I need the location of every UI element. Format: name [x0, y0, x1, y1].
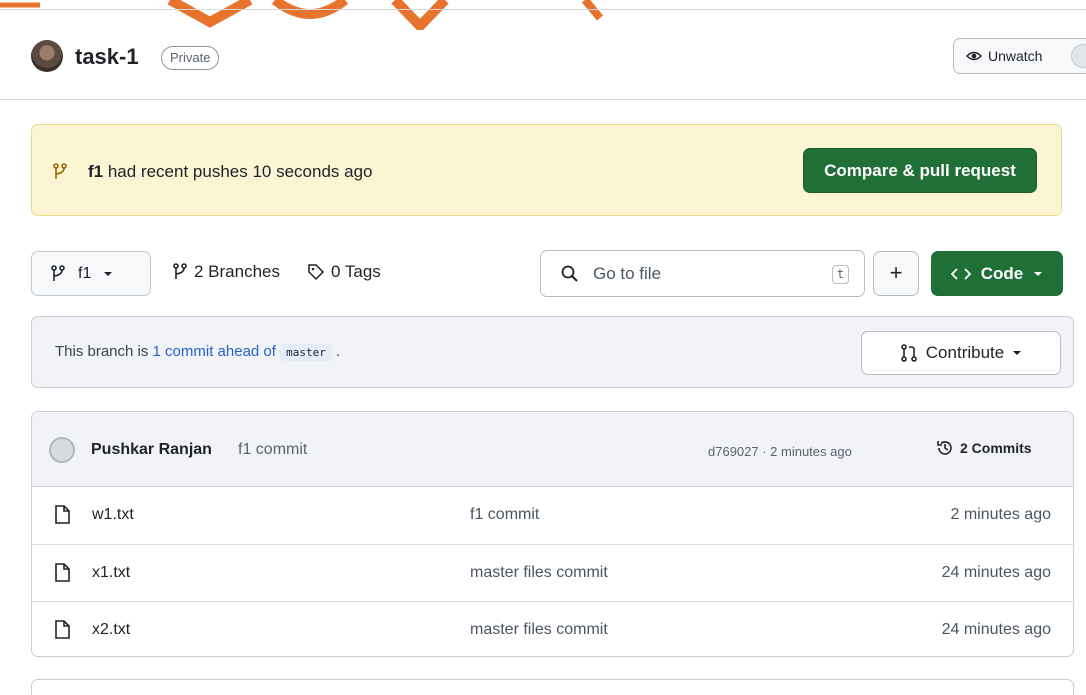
file-commit-message[interactable]: master files commit — [470, 621, 608, 639]
commits-count: 2 Commits — [960, 440, 1032, 456]
repo-name[interactable]: task-1 — [75, 44, 139, 70]
branches-link[interactable]: 2 Branches — [172, 262, 280, 282]
base-branch-label: master — [280, 344, 332, 361]
unwatch-button[interactable]: Unwatch — [953, 38, 1086, 74]
commits-ahead-link[interactable]: 1 commit ahead of — [153, 343, 276, 360]
branch-icon — [53, 163, 67, 179]
push-message-text: had recent pushes 10 seconds ago — [103, 162, 373, 181]
file-commit-date: 2 minutes ago — [950, 506, 1051, 523]
committer-avatar[interactable] — [49, 437, 75, 463]
branch-status-suffix: . — [336, 343, 341, 360]
readme-box — [31, 679, 1074, 695]
file-row[interactable]: w1.txt f1 commit 2 minutes ago — [32, 487, 1073, 544]
tags-label: 0 Tags — [331, 262, 381, 281]
code-icon — [950, 267, 971, 280]
file-name[interactable]: x1.txt — [92, 564, 130, 582]
file-icon — [55, 620, 70, 639]
compare-pull-request-button[interactable]: Compare & pull request — [803, 148, 1037, 193]
branch-icon — [173, 263, 187, 279]
visibility-badge: Private — [161, 46, 220, 70]
file-name[interactable]: x2.txt — [92, 621, 130, 639]
branch-status-text: This branch is 1 commit ahead of master … — [55, 343, 341, 361]
code-label: Code — [980, 263, 1024, 283]
repo-header: task-1 Private Unwatch — [0, 0, 1086, 100]
history-icon — [937, 441, 952, 455]
eye-icon — [966, 51, 982, 61]
contribute-label: Contribute — [925, 343, 1005, 362]
commit-hash-time[interactable]: d769027 · 2 minutes ago — [708, 444, 852, 459]
add-file-button[interactable]: + — [873, 251, 919, 296]
caret-down-icon — [1034, 271, 1043, 276]
caret-down-icon — [104, 271, 113, 276]
owner-avatar[interactable] — [31, 40, 63, 72]
branch-status-box: This branch is 1 commit ahead of master … — [31, 316, 1074, 388]
go-to-file-input[interactable]: Go to file t — [540, 250, 865, 297]
contribute-button[interactable]: Contribute — [861, 331, 1061, 375]
current-branch: f1 — [78, 264, 92, 282]
commit-message[interactable]: f1 commit — [238, 441, 307, 459]
file-commit-message[interactable]: f1 commit — [470, 506, 539, 524]
file-list: Pushkar Ranjan f1 commit d769027 · 2 min… — [31, 411, 1074, 657]
branches-label: 2 Branches — [194, 262, 280, 281]
divider — [0, 9, 1086, 10]
tags-link[interactable]: 0 Tags — [307, 262, 381, 282]
caret-down-icon — [1013, 351, 1022, 355]
pushed-branch-name: f1 — [88, 162, 104, 181]
tag-icon — [308, 264, 325, 281]
file-name[interactable]: w1.txt — [92, 506, 134, 524]
recent-push-banner: f1 had recent pushes 10 seconds ago Comp… — [31, 124, 1062, 216]
branch-status-prefix: This branch is — [55, 343, 153, 360]
unwatch-label: Unwatch — [988, 48, 1043, 64]
file-commit-message[interactable]: master files commit — [470, 564, 608, 582]
branch-icon — [51, 264, 65, 281]
file-row[interactable]: x2.txt master files commit 24 minutes ag… — [32, 601, 1073, 656]
file-commit-date: 24 minutes ago — [941, 564, 1051, 581]
pull-request-icon — [900, 344, 917, 362]
code-button[interactable]: Code — [931, 251, 1063, 296]
file-row[interactable]: x1.txt master files commit 24 minutes ag… — [32, 544, 1073, 601]
search-icon — [561, 265, 578, 282]
latest-commit-bar: Pushkar Ranjan f1 commit d769027 · 2 min… — [32, 412, 1073, 487]
branch-selector[interactable]: f1 — [31, 251, 151, 296]
go-to-file-placeholder: Go to file — [593, 264, 662, 283]
commits-history-link[interactable]: 2 Commits — [936, 439, 1032, 457]
file-commit-date: 24 minutes ago — [941, 621, 1051, 638]
file-icon — [55, 505, 70, 524]
commit-author[interactable]: Pushkar Ranjan — [91, 441, 212, 459]
keyboard-shortcut-badge: t — [832, 265, 849, 284]
push-message: f1 had recent pushes 10 seconds ago — [88, 162, 373, 182]
file-icon — [55, 563, 70, 582]
